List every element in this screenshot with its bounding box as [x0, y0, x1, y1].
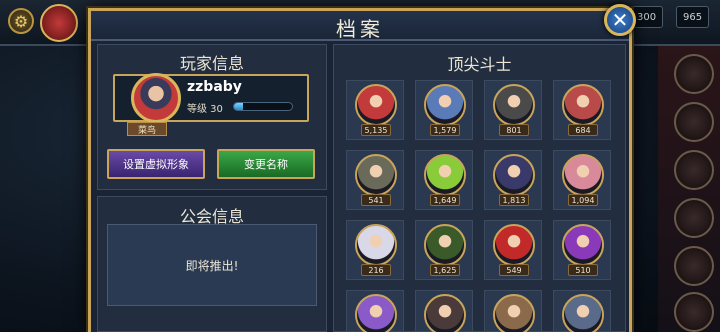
fighter-score: 1,625	[430, 264, 460, 276]
fighter-score: 1,813	[499, 194, 529, 206]
player-info-title: 玩家信息	[179, 54, 244, 73]
fighter-score: 684	[568, 124, 598, 136]
currency-value: 300	[637, 11, 657, 23]
fighter-portrait	[562, 154, 604, 196]
fighter-score: 801	[499, 124, 529, 136]
fighter-portrait	[424, 154, 466, 196]
fighter-score: 1,094	[568, 194, 598, 206]
fighter-score: 1,579	[430, 124, 460, 136]
player-rank-badge: 菜鸟	[127, 122, 167, 136]
settings-icon[interactable]	[8, 8, 34, 34]
fighter-portrait	[355, 84, 397, 126]
side-menu-item[interactable]	[674, 102, 714, 142]
level-progress-bar	[233, 102, 293, 111]
fighter-score: 1,649	[430, 194, 460, 206]
fighter-tile[interactable]: 1,579	[415, 80, 473, 140]
fighter-portrait	[493, 154, 535, 196]
fighter-portrait	[355, 154, 397, 196]
side-menu-item[interactable]	[674, 54, 714, 94]
fighter-tile[interactable]: 1,813	[484, 150, 542, 210]
profile-avatar[interactable]	[40, 4, 78, 42]
side-menu-item[interactable]	[674, 292, 714, 332]
side-menu-item[interactable]	[674, 198, 714, 238]
fighter-portrait	[424, 294, 466, 332]
close-icon: ✕	[611, 8, 629, 32]
fighter-portrait	[562, 294, 604, 332]
modal-title: 档案	[336, 17, 384, 41]
fighter-tile[interactable]: 216	[346, 220, 404, 280]
rename-button[interactable]: 变更名称	[217, 149, 315, 179]
fighter-tile[interactable]: 684	[553, 80, 611, 140]
side-menu	[658, 46, 720, 332]
fighter-tile[interactable]: 510	[553, 220, 611, 280]
side-menu-item[interactable]	[674, 246, 714, 286]
player-avatar[interactable]	[131, 73, 181, 123]
fighter-tile[interactable]	[553, 290, 611, 332]
side-menu-item[interactable]	[674, 150, 714, 190]
fighter-tile[interactable]: 1,094	[553, 150, 611, 210]
fighter-portrait	[562, 84, 604, 126]
gem-counter: 965	[676, 6, 710, 28]
guild-coming-soon: 即将推出!	[107, 224, 317, 306]
fighter-score: 216	[361, 264, 391, 276]
fighter-tile[interactable]: 549	[484, 220, 542, 280]
fighter-tile[interactable]: 1,625	[415, 220, 473, 280]
fighter-tile[interactable]: 541	[346, 150, 404, 210]
fighter-portrait	[424, 84, 466, 126]
set-avatar-button[interactable]: 设置虚拟形象	[107, 149, 205, 179]
fighter-tile[interactable]: 801	[484, 80, 542, 140]
fighter-portrait	[493, 294, 535, 332]
fighter-portrait	[493, 84, 535, 126]
close-button[interactable]: ✕	[604, 4, 636, 36]
fighter-portrait	[562, 224, 604, 266]
fighter-portrait	[355, 224, 397, 266]
gem-value: 965	[683, 11, 703, 23]
level-progress-fill	[234, 103, 243, 110]
fighter-tile[interactable]	[346, 290, 404, 332]
fighter-tile[interactable]	[484, 290, 542, 332]
fighter-score: 5,135	[361, 124, 391, 136]
fighter-tile[interactable]: 1,649	[415, 150, 473, 210]
player-level: 等级 30	[187, 104, 223, 115]
fighter-tile[interactable]: 5,135	[346, 80, 404, 140]
fighter-tile[interactable]	[415, 290, 473, 332]
fighter-score: 549	[499, 264, 529, 276]
fighter-portrait	[355, 294, 397, 332]
player-name: zzbaby	[187, 79, 242, 95]
top-fighters-title: 顶尖斗士	[447, 55, 512, 74]
fighter-portrait	[493, 224, 535, 266]
modal-header: 档案	[91, 11, 629, 41]
fighter-portrait	[424, 224, 466, 266]
fighter-score: 541	[361, 194, 391, 206]
fighter-score: 510	[568, 264, 598, 276]
